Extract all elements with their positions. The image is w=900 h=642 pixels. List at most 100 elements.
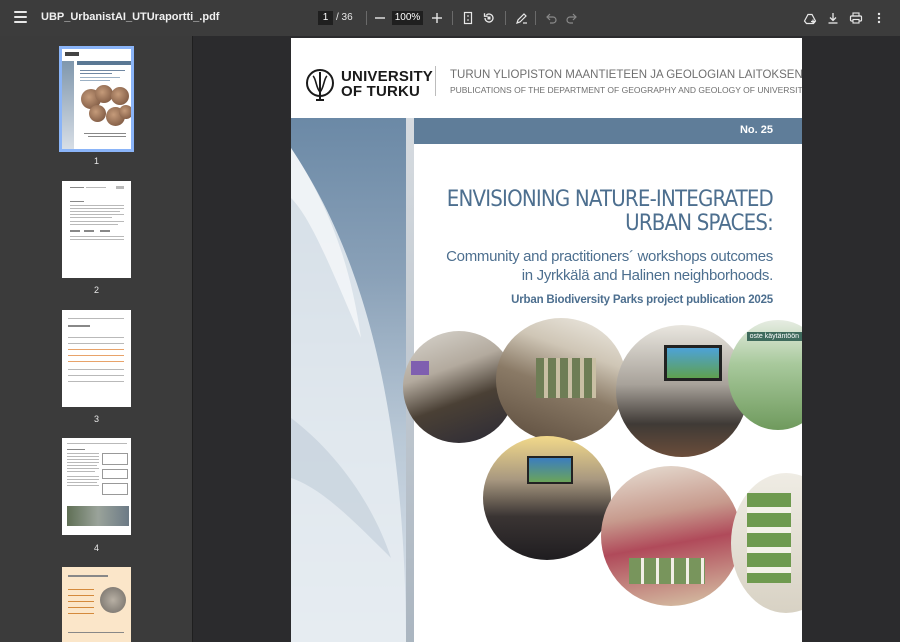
pdf-page-1: UNIVERSITY OF TURKU TURUN YLIOPISTON MAA…	[291, 38, 802, 642]
logo-divider	[435, 66, 436, 96]
title-line-2: URBAN SPACES:	[625, 211, 774, 236]
thumb-photo	[100, 587, 126, 613]
thumb-line	[67, 462, 99, 463]
fit-page-icon	[463, 11, 473, 25]
thumb-line	[80, 70, 125, 71]
redo-button[interactable]	[564, 10, 580, 26]
thumb-line	[70, 224, 118, 225]
thumb-decoration	[77, 61, 131, 65]
thumb-logo	[65, 52, 79, 56]
page-thumbnail-1[interactable]	[59, 46, 134, 152]
toolbar-divider	[535, 11, 536, 25]
thumb-line	[67, 453, 99, 454]
page-thumbnail-4[interactable]	[62, 438, 131, 535]
rotate-icon	[483, 13, 494, 23]
thumb-line	[84, 230, 94, 232]
thumb-line	[67, 443, 127, 444]
thumb-line	[70, 211, 120, 212]
pdf-viewer[interactable]: UNIVERSITY OF TURKU TURUN YLIOPISTON MAA…	[194, 36, 900, 642]
more-options-button[interactable]	[871, 10, 887, 26]
zoom-in-button[interactable]	[429, 10, 445, 26]
menu-icon[interactable]	[14, 11, 27, 23]
publication-line: Urban Biodiversity Parks project publica…	[511, 294, 773, 306]
thumb-photo	[111, 87, 129, 105]
thumb-line	[67, 468, 99, 469]
thumb-line	[70, 187, 84, 188]
thumb-line	[68, 613, 94, 614]
document-title: ENVISIONING NATURE-INTEGRATED URBAN SPAC…	[413, 188, 774, 236]
redo-icon	[566, 13, 577, 24]
zoom-out-button[interactable]	[372, 10, 388, 26]
thumbnail-page-number: 4	[93, 543, 99, 553]
thumb-decoration	[62, 61, 74, 149]
photo-caption-label: oste käytäntöön	[746, 332, 802, 341]
thumb-line	[70, 201, 84, 202]
thumb-line	[68, 325, 90, 327]
pen-icon	[516, 13, 527, 24]
thumb-line	[68, 632, 124, 633]
thumb-box	[102, 469, 128, 479]
thumb-line	[67, 476, 99, 477]
thumbnail-page-number: 2	[93, 285, 99, 295]
thumb-line	[67, 449, 85, 450]
issue-number: No. 25	[739, 124, 773, 136]
save-to-drive-button[interactable]	[802, 10, 818, 26]
page-thumbnail-3[interactable]	[62, 310, 131, 407]
thumb-line	[67, 456, 99, 457]
thumb-line	[68, 575, 108, 577]
toolbar-divider	[366, 11, 367, 25]
thumb-line	[68, 375, 124, 376]
print-button[interactable]	[848, 10, 864, 26]
zoom-level-input[interactable]: 100%	[392, 11, 423, 25]
thumbnail-sidebar[interactable]: 1 2 3 4	[0, 36, 193, 642]
page-thumbnail-2[interactable]	[62, 181, 131, 278]
page-total: / 36	[336, 12, 353, 23]
thumb-line	[68, 601, 94, 602]
series-title-english: PUBLICATIONS OF THE DEPARTMENT OF GEOGRA…	[450, 85, 802, 95]
undo-button[interactable]	[543, 10, 559, 26]
page-thumbnail-5[interactable]	[62, 567, 131, 642]
subtitle-line-2: in Jyrkkälä and Halinen neighborhoods.	[521, 267, 774, 284]
thumb-line	[68, 369, 124, 370]
thumb-box	[102, 483, 128, 495]
series-title-finnish: TURUN YLIOPISTON MAANTIETEEN JA GEOLOGIA…	[450, 69, 802, 81]
logo-line-1: UNIVERSITY	[341, 68, 434, 85]
thumb-line	[68, 589, 94, 590]
thumb-line	[80, 73, 112, 74]
thumb-line	[70, 214, 124, 215]
thumb-line	[67, 482, 97, 483]
download-button[interactable]	[825, 10, 841, 26]
thumb-line	[70, 217, 112, 218]
printer-icon	[849, 12, 863, 24]
thumb-line	[70, 236, 124, 237]
document-subtitle: Community and practitioners´ workshops o…	[413, 247, 773, 285]
thumb-line	[86, 187, 106, 188]
plus-icon	[432, 13, 442, 23]
thumb-line	[67, 479, 99, 480]
fit-page-button[interactable]	[460, 10, 476, 26]
thumb-line	[70, 230, 80, 232]
thumb-line	[68, 361, 124, 362]
rotate-button[interactable]	[481, 10, 497, 26]
undo-icon	[546, 13, 557, 24]
thumb-line	[68, 343, 124, 344]
thumb-line	[68, 607, 94, 608]
university-logo-text: UNIVERSITY OF TURKU	[341, 69, 433, 99]
thumb-line	[70, 205, 124, 206]
thumb-line	[67, 471, 95, 472]
toolbar-divider	[505, 11, 506, 25]
thumb-line	[68, 349, 124, 350]
thumb-line	[68, 595, 94, 596]
file-name: UBP_UrbanistAI_UTUraportti_.pdf	[41, 11, 220, 23]
thumb-photo	[67, 506, 129, 526]
university-crest-icon	[306, 69, 334, 101]
thumb-box	[102, 453, 128, 465]
page-number-input[interactable]: 1	[318, 11, 333, 25]
annotate-button[interactable]	[514, 10, 530, 26]
thumb-line	[80, 80, 110, 81]
download-icon	[828, 13, 838, 24]
thumb-line	[68, 337, 124, 338]
workshop-photo-7	[731, 473, 802, 613]
thumb-line	[84, 133, 126, 134]
toolbar-divider	[452, 11, 453, 25]
